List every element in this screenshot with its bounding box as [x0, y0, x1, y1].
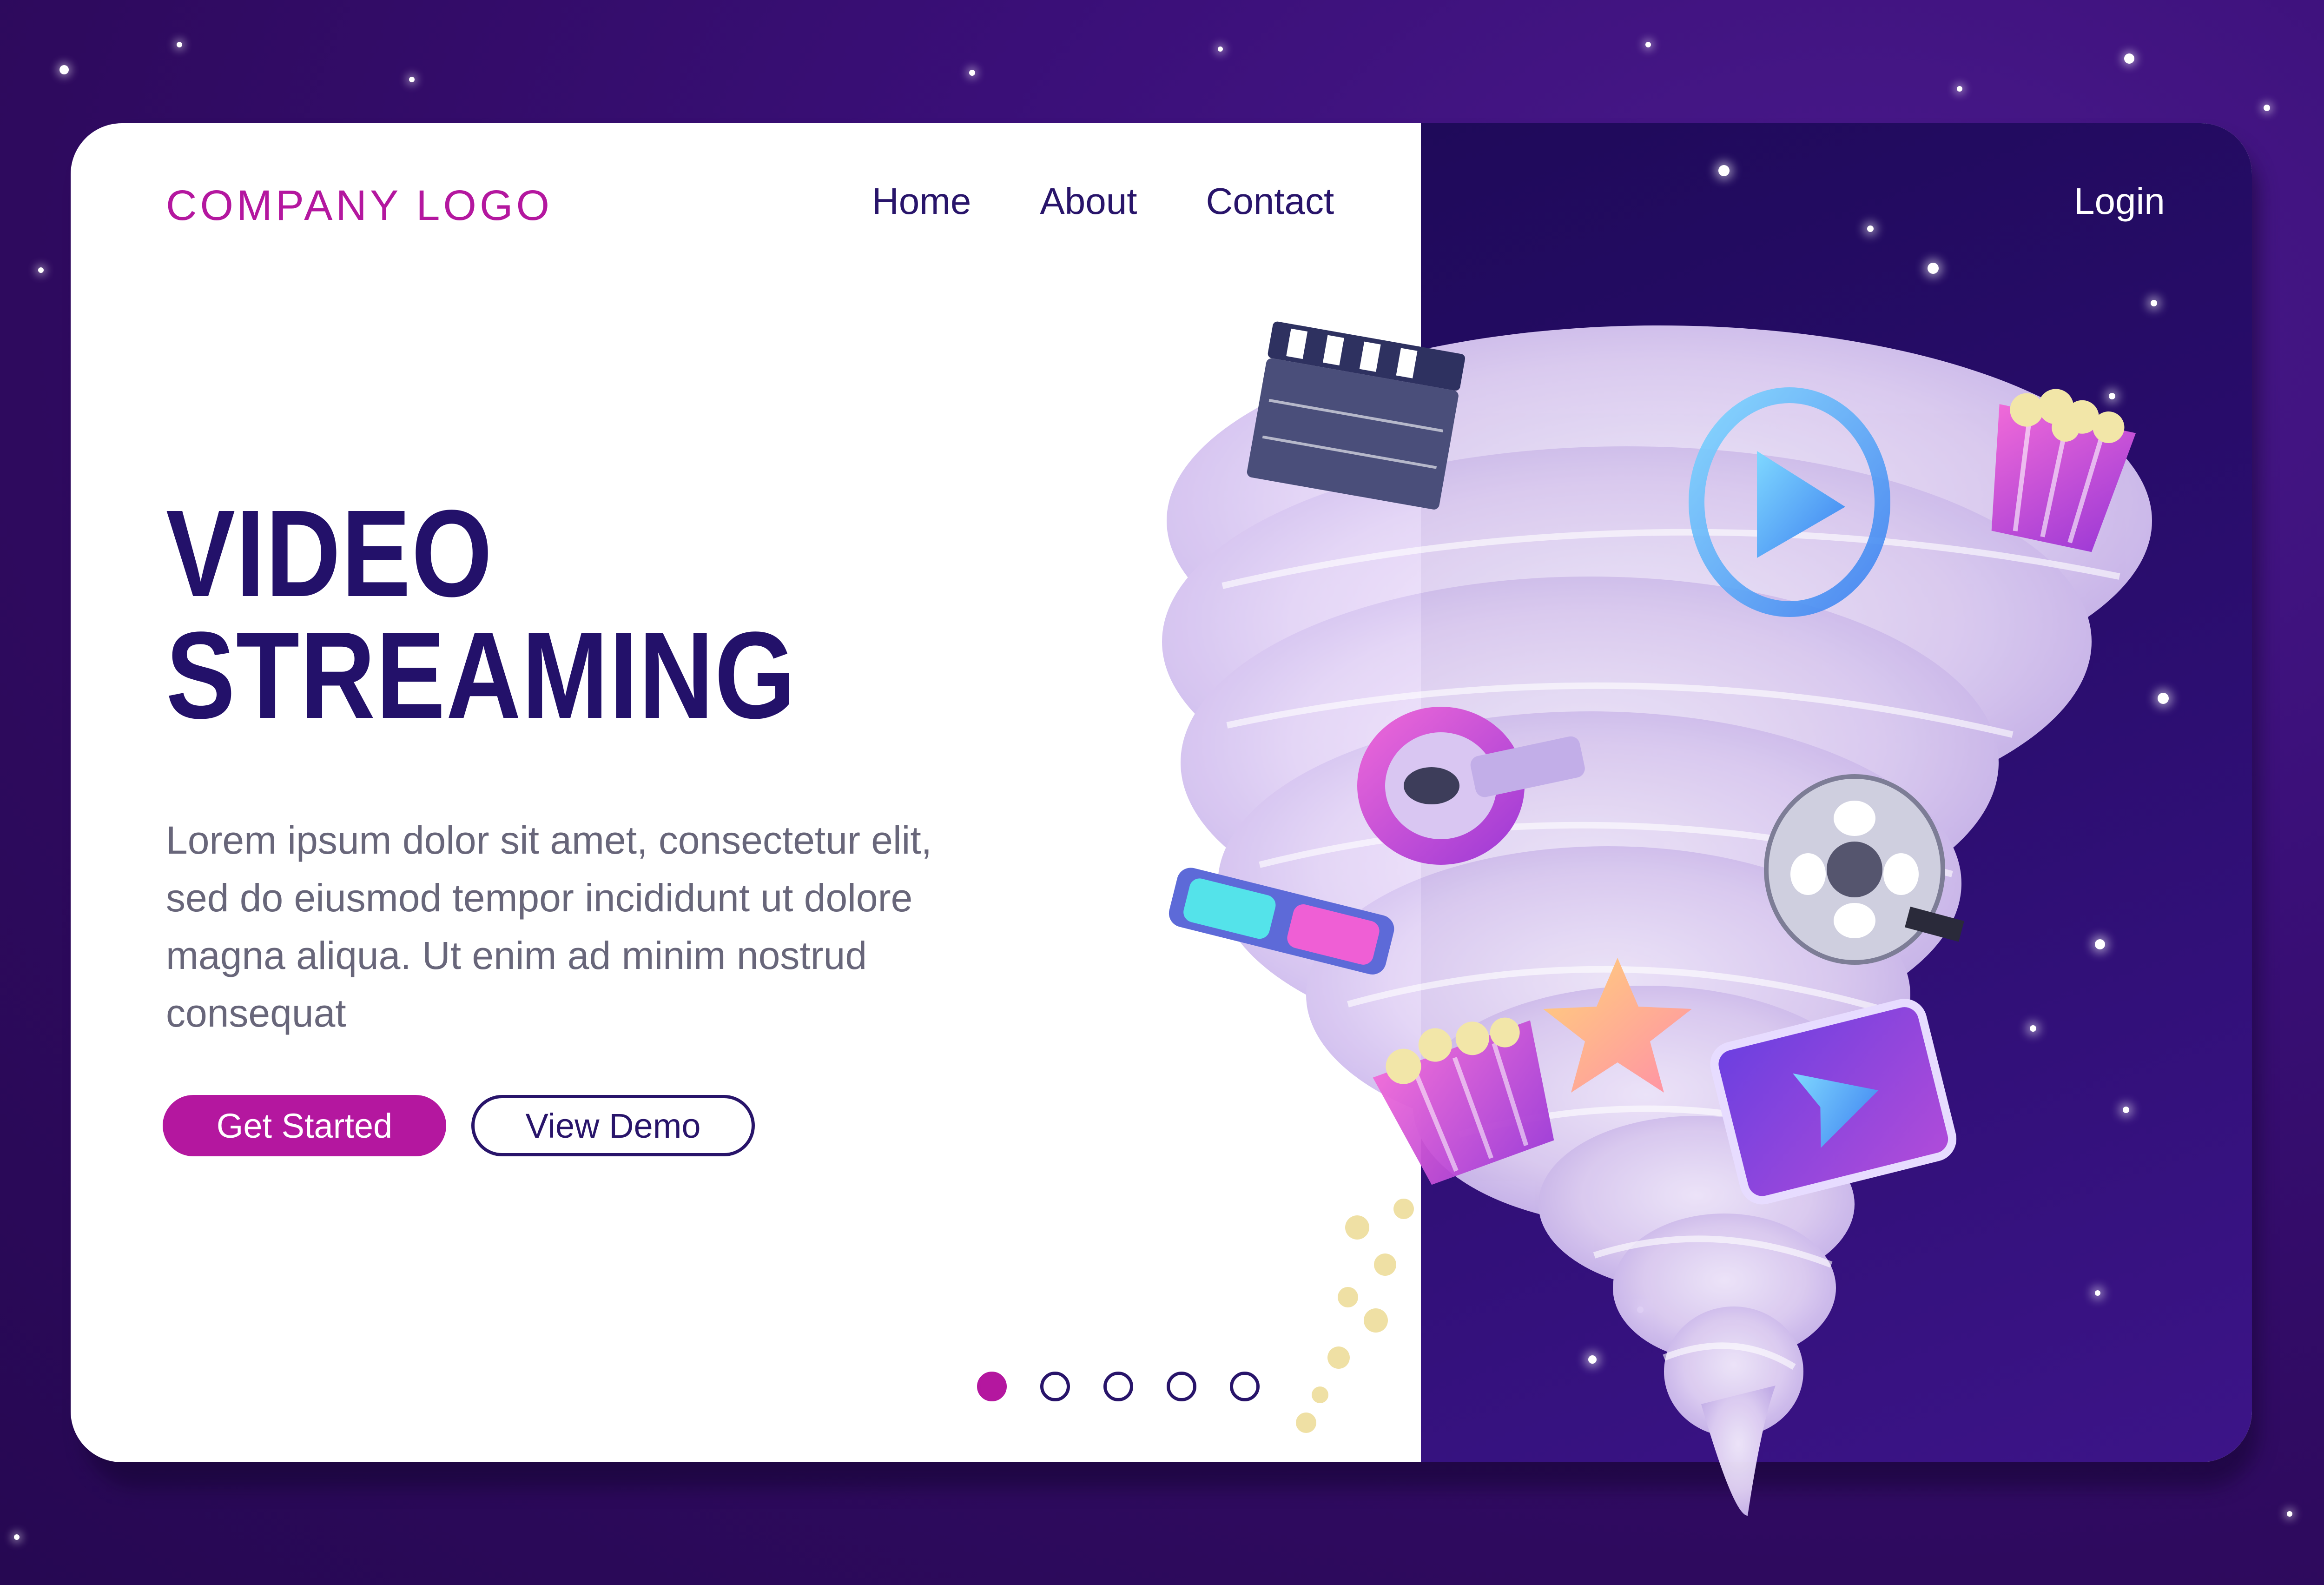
- panel-star: [1718, 165, 1730, 176]
- pagination-dot-2[interactable]: [1040, 1372, 1070, 1401]
- background-star: [14, 1534, 20, 1540]
- background-star: [2124, 53, 2134, 64]
- company-logo[interactable]: COMPANY LOGO: [166, 181, 553, 230]
- background-star: [2264, 105, 2270, 111]
- hero-title: VIDEO STREAMING: [166, 484, 796, 744]
- background-star: [177, 42, 182, 47]
- hero-title-line-2: STREAMING: [166, 606, 796, 744]
- get-started-button[interactable]: Get Started: [163, 1095, 446, 1156]
- nav-home-link[interactable]: Home: [872, 180, 971, 223]
- pagination-dot-1[interactable]: [977, 1372, 1007, 1401]
- background-star: [969, 70, 975, 76]
- nav-contact-link[interactable]: Contact: [1206, 180, 1334, 223]
- background-star: [409, 77, 415, 82]
- hero-description: Lorem ipsum dolor sit amet, consectetur …: [166, 818, 932, 1035]
- background-star: [1645, 42, 1651, 47]
- login-link[interactable]: Login: [2074, 180, 2165, 223]
- hero-title-line-1: VIDEO: [166, 484, 493, 623]
- main-nav: Home About Contact: [872, 180, 1334, 223]
- background-star: [1218, 46, 1223, 52]
- background-star: [38, 267, 44, 273]
- background-star: [1957, 86, 1962, 92]
- panel-star: [1867, 225, 1874, 232]
- falling-popcorn: [1296, 1199, 1414, 1433]
- view-demo-button[interactable]: View Demo: [471, 1095, 755, 1156]
- background-star: [2287, 1511, 2292, 1517]
- tornado-illustration: [1162, 321, 2152, 1516]
- nav-about-link[interactable]: About: [1040, 180, 1137, 223]
- clapperboard-icon: [1247, 321, 1466, 510]
- background-star: [59, 65, 69, 74]
